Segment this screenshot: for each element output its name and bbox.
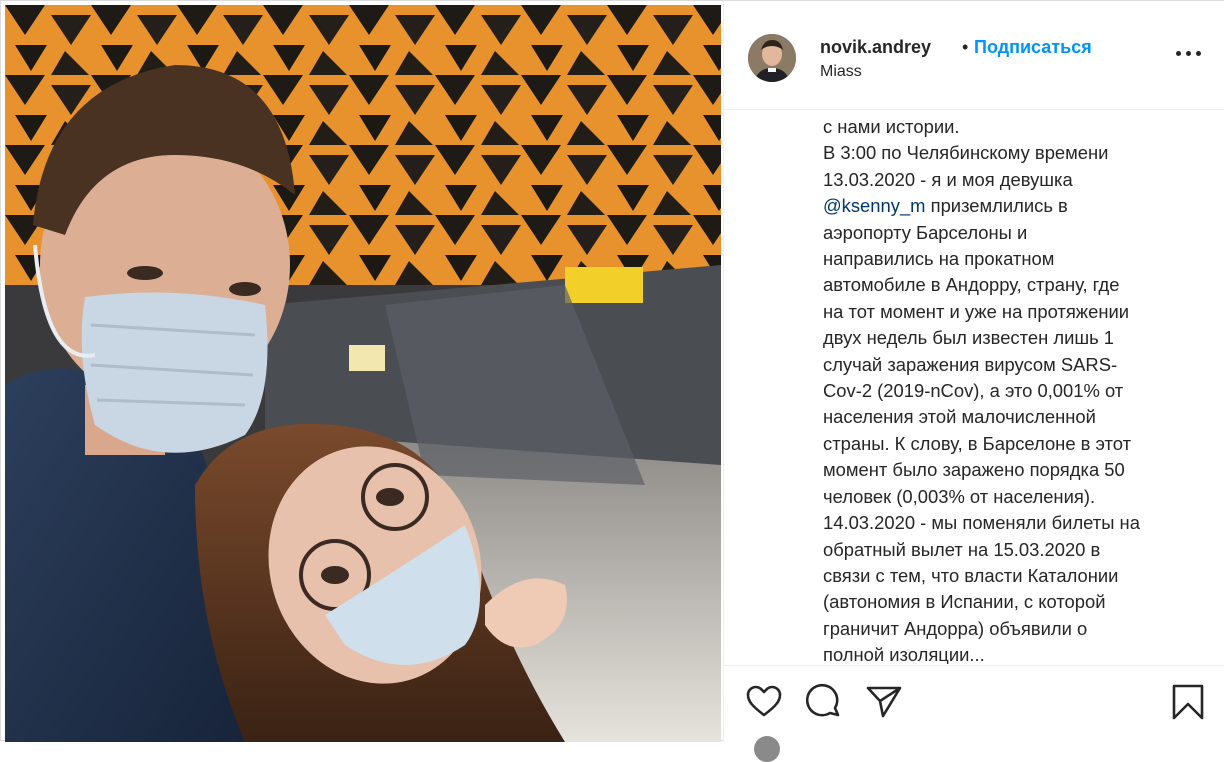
caption-line: населения этой малочисленной [823, 406, 1096, 428]
caption-line: В 3:00 по Челябинскому времени [823, 142, 1109, 164]
caption-line: аэропорту Барселоны и [823, 221, 1028, 243]
paper-plane-icon[interactable] [864, 682, 904, 722]
heart-icon[interactable] [744, 682, 784, 722]
more-options-icon[interactable] [1174, 45, 1204, 61]
post-actions-bar [724, 665, 1224, 743]
selfie-photo [5, 5, 721, 742]
caption-line: страны. К слову, в Барселоне в этот [823, 432, 1131, 454]
caption-line: 14.03.2020 - мы поменяли билеты на [823, 512, 1140, 534]
follow-button[interactable]: Подписаться [974, 37, 1092, 58]
caption-line: направились на прокатном [823, 248, 1055, 270]
post-header: novik.andrey • Подписаться Miass [724, 1, 1224, 110]
post-modal: novik.andrey • Подписаться Miass с нами … [0, 0, 1224, 762]
liker-avatar[interactable] [754, 736, 780, 762]
separator-dot: • [962, 37, 969, 57]
post-photo[interactable] [5, 5, 721, 742]
caption-line: момент было заражено порядка 50 [823, 459, 1125, 481]
caption-line: граничит Андорра) объявили о [823, 617, 1088, 639]
username-link[interactable]: novik.andrey [820, 37, 931, 58]
caption-line: Cov-2 (2019-nCov), а это 0,001% от [823, 380, 1124, 402]
comment-icon[interactable] [804, 682, 844, 722]
caption-text: приземлились в [925, 195, 1068, 217]
avatar-image [748, 34, 796, 82]
user-avatar[interactable] [748, 34, 796, 82]
location-link[interactable]: Miass [820, 63, 862, 81]
post-details-panel: novik.andrey • Подписаться Miass с нами … [723, 1, 1224, 762]
caption-line: связи с тем, что власти Каталонии [823, 564, 1119, 586]
caption-line: обратный вылет на 15.03.2020 в [823, 538, 1101, 560]
caption-line: человек (0,003% от населения). [823, 485, 1096, 507]
mention-link[interactable]: @ksenny_m [823, 195, 926, 216]
caption-line: автомобиле в Андорру, страну, где [823, 274, 1120, 296]
post-caption: с нами истории. В 3:00 по Челябинскому в… [823, 114, 1213, 664]
bookmark-icon[interactable] [1168, 682, 1208, 722]
caption-line: с нами истории. [823, 116, 960, 137]
caption-line-mention: @ksenny_m приземлились в [823, 193, 1213, 219]
caption-line: (автономия в Испании, с которой [823, 591, 1106, 613]
caption-line: полной изоляции... [823, 644, 985, 664]
caption-scroll-area[interactable]: с нами истории. В 3:00 по Челябинскому в… [724, 110, 1224, 664]
caption-line: двух недель был известен лишь 1 [823, 327, 1115, 349]
caption-line: 13.03.2020 - я и моя девушка [823, 168, 1073, 190]
caption-line: случай заражения вирусом SARS- [823, 353, 1118, 375]
caption-line: на тот момент и уже на протяжении [823, 300, 1130, 322]
